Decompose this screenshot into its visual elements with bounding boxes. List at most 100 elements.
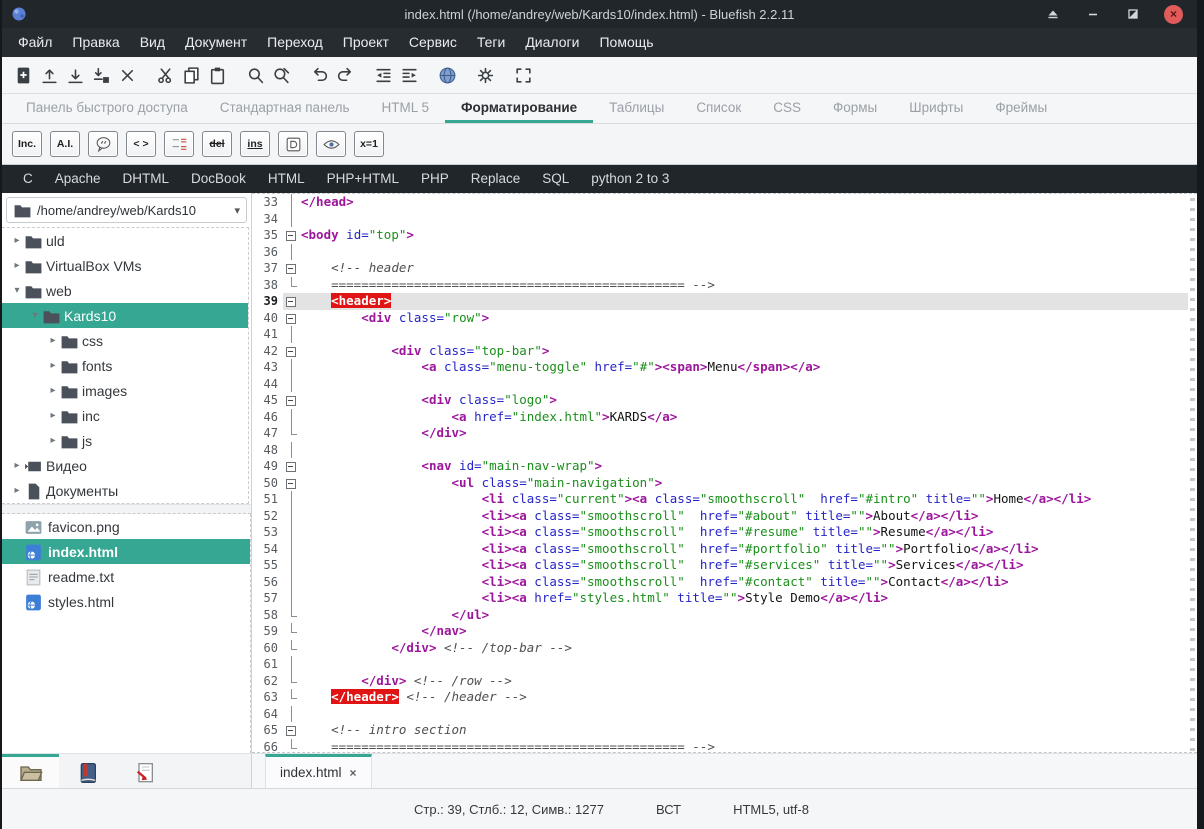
- maximize-icon[interactable]: [1124, 5, 1142, 23]
- preferences-icon[interactable]: [472, 62, 498, 88]
- expand-arrow-icon[interactable]: ▸: [10, 260, 24, 271]
- tree-item-images[interactable]: ▸images: [2, 378, 248, 403]
- tab-формы[interactable]: Формы: [817, 94, 893, 123]
- filebrowser-tab[interactable]: [2, 754, 59, 788]
- code-line-52[interactable]: 52 <li><a class="smoothscroll" href="#ab…: [252, 508, 1197, 525]
- new-document-icon[interactable]: [10, 62, 36, 88]
- menu-помощь[interactable]: Помощь: [589, 28, 663, 57]
- fold-marker-icon[interactable]: [283, 458, 301, 475]
- fold-marker-icon[interactable]: [283, 722, 301, 739]
- tab-фреймы[interactable]: Фреймы: [979, 94, 1063, 123]
- code-line-34[interactable]: 34: [252, 211, 1197, 228]
- code-line-47[interactable]: 47 </div>: [252, 425, 1197, 442]
- expand-arrow-icon[interactable]: ▸: [46, 360, 60, 371]
- del-button[interactable]: del: [202, 131, 232, 157]
- code-line-45[interactable]: 45 <div class="logo">: [252, 392, 1197, 409]
- collapse-arrow-icon[interactable]: ▾: [28, 310, 42, 321]
- snippet-tab-docbook[interactable]: DocBook: [180, 165, 257, 193]
- close-document-icon[interactable]: [114, 62, 140, 88]
- fold-marker-icon[interactable]: [283, 343, 301, 360]
- snippet-tab-apache[interactable]: Apache: [44, 165, 112, 193]
- code-line-55[interactable]: 55 <li><a class="smoothscroll" href="#se…: [252, 557, 1197, 574]
- code-line-63[interactable]: 63 </header> <!-- /header -->: [252, 689, 1197, 706]
- code-line-57[interactable]: 57 <li><a href="styles.html" title="">St…: [252, 590, 1197, 607]
- tab-шрифты[interactable]: Шрифты: [893, 94, 979, 123]
- tree-item-inc[interactable]: ▸inc: [2, 403, 248, 428]
- indent-icon[interactable]: [396, 62, 422, 88]
- code-editor[interactable]: 33</head>3435<body id="top">3637 <!-- he…: [252, 193, 1197, 753]
- open-icon[interactable]: [36, 62, 62, 88]
- quote-button[interactable]: [88, 131, 118, 157]
- expand-arrow-icon[interactable]: ▸: [46, 435, 60, 446]
- menu-переход[interactable]: Переход: [257, 28, 333, 57]
- tab-таблицы[interactable]: Таблицы: [593, 94, 680, 123]
- inc-button[interactable]: Inc.: [12, 131, 42, 157]
- preview-browser-icon[interactable]: [434, 62, 460, 88]
- menu-файл[interactable]: Файл: [8, 28, 62, 57]
- copy-icon[interactable]: [178, 62, 204, 88]
- fold-marker-icon[interactable]: [283, 392, 301, 409]
- code-line-46[interactable]: 46 <a href="index.html">KARDS</a>: [252, 409, 1197, 426]
- snippet-tab-dhtml[interactable]: DHTML: [112, 165, 181, 193]
- find-icon[interactable]: [242, 62, 268, 88]
- code-line-66[interactable]: 66 =====================================…: [252, 739, 1197, 754]
- fold-marker-icon[interactable]: [283, 310, 301, 327]
- snippet-tab-replace[interactable]: Replace: [460, 165, 532, 193]
- tree-item-js[interactable]: ▸js: [2, 428, 248, 453]
- snippet-tab-python-2-to-3[interactable]: python 2 to 3: [580, 165, 680, 193]
- close-icon[interactable]: ×: [1164, 5, 1183, 24]
- kbd-button[interactable]: [278, 131, 308, 157]
- expand-arrow-icon[interactable]: ▸: [46, 410, 60, 421]
- code-line-59[interactable]: 59 </nav>: [252, 623, 1197, 640]
- snippets-tab[interactable]: [116, 754, 173, 788]
- editor-scrollbar[interactable]: [1188, 194, 1197, 752]
- dfn-list-button[interactable]: [164, 131, 194, 157]
- tab-форматирование[interactable]: Форматирование: [445, 94, 593, 123]
- code-line-33[interactable]: 33</head>: [252, 194, 1197, 211]
- code-button[interactable]: < >: [126, 131, 156, 157]
- code-line-35[interactable]: 35<body id="top">: [252, 227, 1197, 244]
- code-line-36[interactable]: 36: [252, 244, 1197, 261]
- code-line-60[interactable]: 60 </div> <!-- /top-bar -->: [252, 640, 1197, 657]
- code-line-43[interactable]: 43 <a class="menu-toggle" href="#"><span…: [252, 359, 1197, 376]
- code-line-48[interactable]: 48: [252, 442, 1197, 459]
- shade-icon[interactable]: [1044, 5, 1062, 23]
- menu-вид[interactable]: Вид: [130, 28, 175, 57]
- code-line-37[interactable]: 37 <!-- header: [252, 260, 1197, 277]
- code-line-38[interactable]: 38 =====================================…: [252, 277, 1197, 294]
- menu-проект[interactable]: Проект: [333, 28, 399, 57]
- tree-item-kards10[interactable]: ▾Kards10: [2, 303, 248, 328]
- tab-стандартная-панель[interactable]: Стандартная панель: [204, 94, 366, 123]
- snippet-tab-php+html[interactable]: PHP+HTML: [316, 165, 410, 193]
- tree-item-web[interactable]: ▾web: [2, 278, 248, 303]
- code-line-62[interactable]: 62 </div> <!-- /row -->: [252, 673, 1197, 690]
- unindent-icon[interactable]: [370, 62, 396, 88]
- menu-диалоги[interactable]: Диалоги: [515, 28, 589, 57]
- tab-html-5[interactable]: HTML 5: [366, 94, 446, 123]
- ins-button[interactable]: ins: [240, 131, 270, 157]
- collapse-arrow-icon[interactable]: ▾: [10, 285, 24, 296]
- save-as-icon[interactable]: [88, 62, 114, 88]
- code-line-39[interactable]: 39 <header>: [252, 293, 1197, 310]
- ai-button[interactable]: A.I.: [50, 131, 80, 157]
- expand-arrow-icon[interactable]: ▸: [46, 385, 60, 396]
- save-icon[interactable]: [62, 62, 88, 88]
- code-line-40[interactable]: 40 <div class="row">: [252, 310, 1197, 327]
- tree-item-fonts[interactable]: ▸fonts: [2, 353, 248, 378]
- fold-marker-icon[interactable]: [283, 227, 301, 244]
- fold-marker-icon[interactable]: [283, 293, 301, 310]
- file-item-index-html[interactable]: index.html: [2, 539, 250, 564]
- file-item-readme-txt[interactable]: readme.txt: [2, 564, 250, 589]
- expand-arrow-icon[interactable]: ▸: [10, 235, 24, 246]
- fold-marker-icon[interactable]: [283, 475, 301, 492]
- snippet-tab-php[interactable]: PHP: [410, 165, 460, 193]
- code-line-65[interactable]: 65 <!-- intro section: [252, 722, 1197, 739]
- tab-css[interactable]: CSS: [757, 94, 817, 123]
- tree-item-virtualbox-vms[interactable]: ▸VirtualBox VMs: [2, 253, 248, 278]
- file-item-favicon-png[interactable]: favicon.png: [2, 514, 250, 539]
- code-line-64[interactable]: 64: [252, 706, 1197, 723]
- code-line-42[interactable]: 42 <div class="top-bar">: [252, 343, 1197, 360]
- code-line-51[interactable]: 51 <li class="current"><a class="smooths…: [252, 491, 1197, 508]
- undo-icon[interactable]: [306, 62, 332, 88]
- paste-icon[interactable]: [204, 62, 230, 88]
